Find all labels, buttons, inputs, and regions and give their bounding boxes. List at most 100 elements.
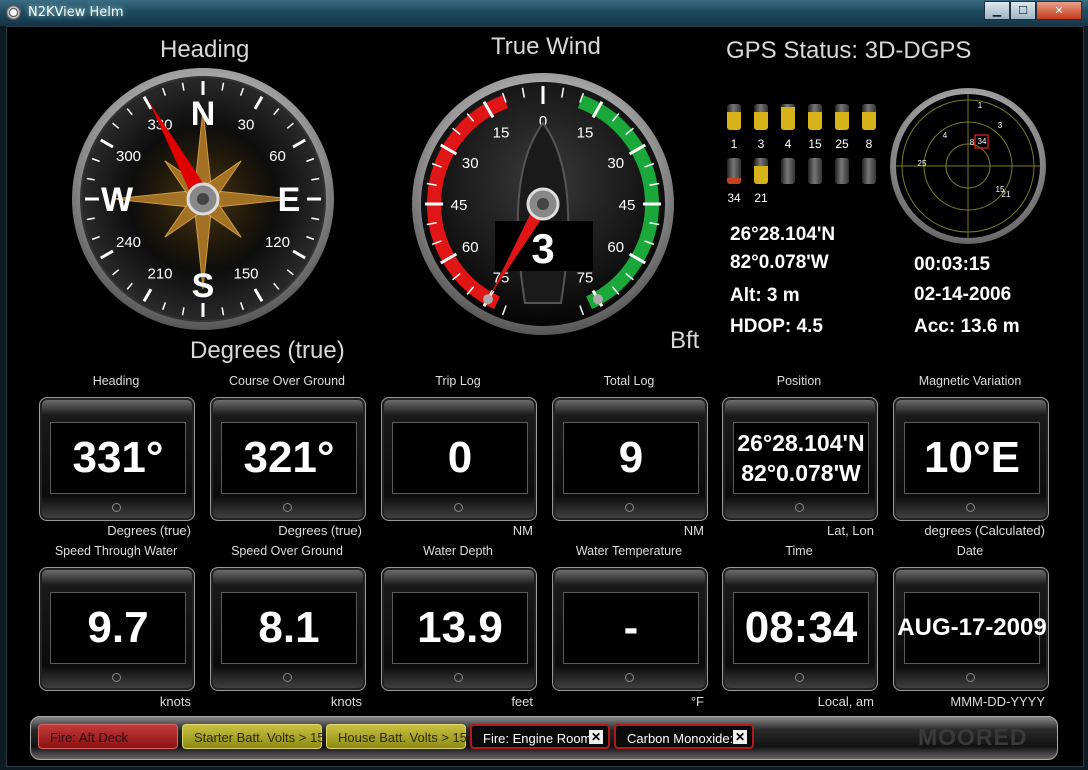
card-display: 8.1	[221, 592, 357, 664]
true-wind-gauge: 0153045607515304560753	[412, 73, 674, 335]
instrument-card[interactable]: 13.9	[381, 567, 537, 691]
alarm-house-battery[interactable]: House Batt. Volts > 15'	[326, 724, 469, 749]
instrument-card[interactable]: 08:34	[722, 567, 878, 691]
heading-compass: 3060120150210240300330NESW	[72, 68, 334, 330]
satellite-bar	[835, 104, 849, 130]
card-knob-icon	[795, 673, 804, 682]
card-knob-icon	[283, 503, 292, 512]
instrument-card[interactable]: AUG-17-2009	[893, 567, 1049, 691]
instrument-card[interactable]: 331°	[39, 397, 195, 521]
dismiss-alarm-icon[interactable]: ✕	[589, 730, 603, 744]
card-unit: NM	[683, 523, 704, 538]
close-button[interactable]: ✕	[1036, 1, 1082, 20]
card-knob-icon	[112, 673, 121, 682]
satellite-bar	[727, 158, 741, 184]
instrument-card[interactable]: -	[552, 567, 708, 691]
card-knob-icon	[625, 673, 634, 682]
satellite-bar	[862, 104, 876, 130]
title-bar: N2KView Helm ▁ ☐ ✕	[0, 0, 1088, 26]
wind-scale-label: 30	[607, 155, 624, 172]
instrument-card[interactable]: 9	[552, 397, 708, 521]
card-display: AUG-17-2009	[897, 592, 1047, 664]
card-value: 8.1	[258, 603, 320, 652]
card-knob-icon	[625, 503, 634, 512]
compass-tick-label: 120	[265, 234, 290, 251]
compass-tick-label: 300	[116, 148, 141, 165]
satellite-bar-fill	[781, 106, 795, 130]
instrument-card[interactable]: 9.7	[39, 567, 195, 691]
card-display: 10°E	[904, 422, 1040, 494]
card-value: 26°28.104'N 82°0.078'W	[734, 423, 868, 493]
gps-accuracy: Acc: 13.6 m	[914, 316, 1020, 337]
sky-satellite-label: 34	[978, 137, 987, 146]
satellite-id-label: 1	[730, 137, 738, 151]
card-title: Time	[785, 544, 813, 558]
sky-satellite-label: 21	[1002, 190, 1011, 199]
card-display: 13.9	[392, 592, 528, 664]
card-display: 331°	[50, 422, 186, 494]
satellite-id-label: 34	[727, 191, 741, 205]
alarm-starter-battery[interactable]: Starter Batt. Volts > 15'	[182, 724, 327, 749]
satellite-id-label: 3	[757, 137, 765, 151]
wind-unit: Bft	[670, 327, 700, 354]
alarm-label: Fire: Engine Room	[483, 731, 592, 746]
card-knob-icon	[112, 503, 121, 512]
satellite-id-label: 4	[784, 137, 792, 151]
compass-tick-label: 240	[116, 234, 141, 251]
wind-scale-label: 60	[462, 239, 479, 256]
alarm-carbon-monoxide[interactable]: Carbon Monoxide: ✕	[614, 724, 754, 749]
wind-scale-label: 30	[462, 155, 479, 172]
wind-stop-pin	[483, 294, 493, 305]
card-title: Water Temperature	[575, 544, 683, 558]
compass-tick-label: 150	[233, 265, 258, 282]
card-value: 9	[618, 433, 644, 482]
compass-cardinal-W: W	[101, 181, 134, 219]
wind-value: 3	[531, 225, 554, 272]
card-unit: NM	[512, 523, 533, 538]
satellite-bar-fill	[862, 111, 876, 130]
card-unit: knots	[159, 694, 191, 709]
satellite-bar	[781, 104, 795, 130]
card-unit: Local, am	[817, 694, 874, 709]
gps-longitude: 82°0.078'W	[730, 252, 829, 273]
satellite-bar	[754, 158, 768, 184]
instrument-card[interactable]: 0	[381, 397, 537, 521]
card-unit: Degrees (true)	[278, 523, 362, 538]
compass-hub-center	[197, 193, 209, 205]
card-unit: feet	[511, 694, 533, 709]
card-title: Speed Through Water	[54, 544, 178, 558]
alarm-label: Carbon Monoxide:	[627, 731, 734, 746]
card-display: 9	[563, 422, 699, 494]
alarm-fire-aft-deck[interactable]: Fire: Aft Deck	[38, 724, 178, 749]
card-value: 9.7	[87, 603, 149, 652]
sky-satellite-label: 25	[918, 159, 927, 168]
minimize-button[interactable]: ▁	[984, 1, 1010, 20]
card-value: 321°	[243, 433, 335, 482]
instrument-card[interactable]: 321°	[210, 397, 366, 521]
satellite-bar-fill	[727, 177, 741, 184]
card-unit: degrees (Calculated)	[924, 523, 1045, 538]
satellite-bar-fill	[727, 111, 741, 130]
instrument-card[interactable]: 10°E	[893, 397, 1049, 521]
card-title: Position	[776, 374, 822, 388]
dismiss-alarm-icon[interactable]: ✕	[733, 730, 747, 744]
maximize-button[interactable]: ☐	[1010, 1, 1036, 20]
satellite-bar	[727, 104, 741, 130]
app-icon[interactable]	[6, 5, 21, 20]
card-value: AUG-17-2009	[897, 614, 1047, 641]
card-title: Heading	[92, 374, 140, 388]
instrument-card[interactable]: 26°28.104'N 82°0.078'W	[722, 397, 878, 521]
card-display: 321°	[221, 422, 357, 494]
wind-scale-label: 15	[493, 124, 510, 141]
instrument-card[interactable]: 8.1	[210, 567, 366, 691]
alarm-fire-engine-room[interactable]: Fire: Engine Room ✕	[470, 724, 610, 749]
satellite-bar	[781, 158, 795, 184]
card-title: Trip Log	[435, 374, 481, 388]
card-value: 08:34	[744, 603, 858, 652]
alarm-label: Starter Batt. Volts > 15'	[194, 730, 327, 745]
satellite-id-label: 25	[835, 137, 849, 151]
card-display: 9.7	[50, 592, 186, 664]
heading-gauge-title: Heading	[160, 36, 250, 63]
satellite-bar	[808, 158, 822, 184]
card-title: Total Log	[603, 374, 655, 388]
